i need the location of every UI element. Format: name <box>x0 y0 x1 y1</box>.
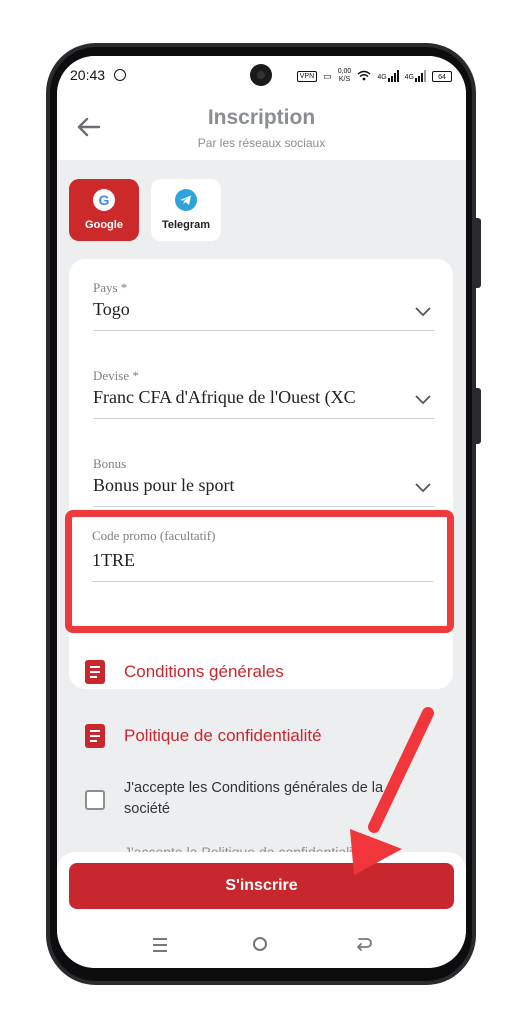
promo-underline <box>92 581 433 582</box>
chevron-down-icon <box>415 307 431 317</box>
promo-code-input[interactable]: 1TRE <box>92 550 402 571</box>
vpn-badge: VPN <box>296 70 318 82</box>
currency-select[interactable]: Devise * Franc CFA d'Afrique de l'Ouest … <box>93 364 435 419</box>
telegram-label: Telegram <box>161 219 211 231</box>
home-icon[interactable] <box>253 937 267 951</box>
signal-4g-icon-2: 4G <box>405 70 426 82</box>
currency-value: Franc CFA d'Afrique de l'Ouest (XC <box>93 387 356 407</box>
country-label: Pays * <box>93 280 128 295</box>
google-label: Google <box>85 219 123 231</box>
promo-code-highlight: Code promo (facultatif) 1TRE <box>65 510 454 633</box>
chevron-down-icon <box>415 395 431 405</box>
terms-checkbox[interactable] <box>85 790 105 810</box>
bonus-select[interactable]: Bonus Bonus pour le sport <box>93 452 435 507</box>
currency-label: Devise * <box>93 368 139 383</box>
status-bar: 20:43 VPN ▭ 0,00 K/S 4G 4G 64 <box>57 56 466 96</box>
signal-4g-icon: 4G <box>377 70 399 82</box>
promo-code-field[interactable]: Code promo (facultatif) 1TRE <box>83 526 433 610</box>
google-login-button[interactable]: G Google <box>69 179 139 241</box>
network-speed: 0,00 K/S <box>337 68 352 83</box>
recent-apps-icon[interactable] <box>153 938 167 956</box>
chevron-down-icon <box>415 483 431 493</box>
front-camera <box>250 64 272 86</box>
terms-link-text: Conditions générales <box>124 662 284 681</box>
annotation-arrow-icon <box>350 707 434 875</box>
battery-icon: 64 <box>432 70 452 82</box>
country-select[interactable]: Pays * Togo <box>93 276 435 331</box>
telegram-login-button[interactable]: Telegram <box>151 179 221 241</box>
page-subtitle: Par les réseaux sociaux <box>197 136 326 150</box>
google-icon: G <box>93 189 115 211</box>
bonus-value: Bonus pour le sport <box>93 475 235 495</box>
terms-link[interactable]: Conditions générales <box>85 658 345 686</box>
privacy-link-text: Politique de confidentialité <box>124 726 322 745</box>
wifi-icon <box>357 70 371 83</box>
volume-button <box>476 218 481 288</box>
telegram-icon <box>175 189 197 211</box>
status-time: 20:43 <box>70 67 106 83</box>
bonus-label: Bonus <box>93 456 127 471</box>
promo-code-label: Code promo (facultatif) <box>92 528 216 543</box>
status-icons: VPN ▭ 0,00 K/S 4G 4G 64 <box>296 68 452 84</box>
country-value: Togo <box>93 299 130 319</box>
vibrate-icon: ▭ <box>323 70 332 81</box>
document-icon <box>85 724 105 748</box>
page-header: Inscription Par les réseaux sociaux <box>57 96 466 160</box>
document-icon <box>85 660 105 684</box>
system-nav-bar <box>57 922 466 968</box>
whatsapp-icon <box>114 69 126 81</box>
page-title: Inscription <box>207 106 316 129</box>
back-icon[interactable] <box>355 936 373 952</box>
power-button <box>476 388 481 444</box>
